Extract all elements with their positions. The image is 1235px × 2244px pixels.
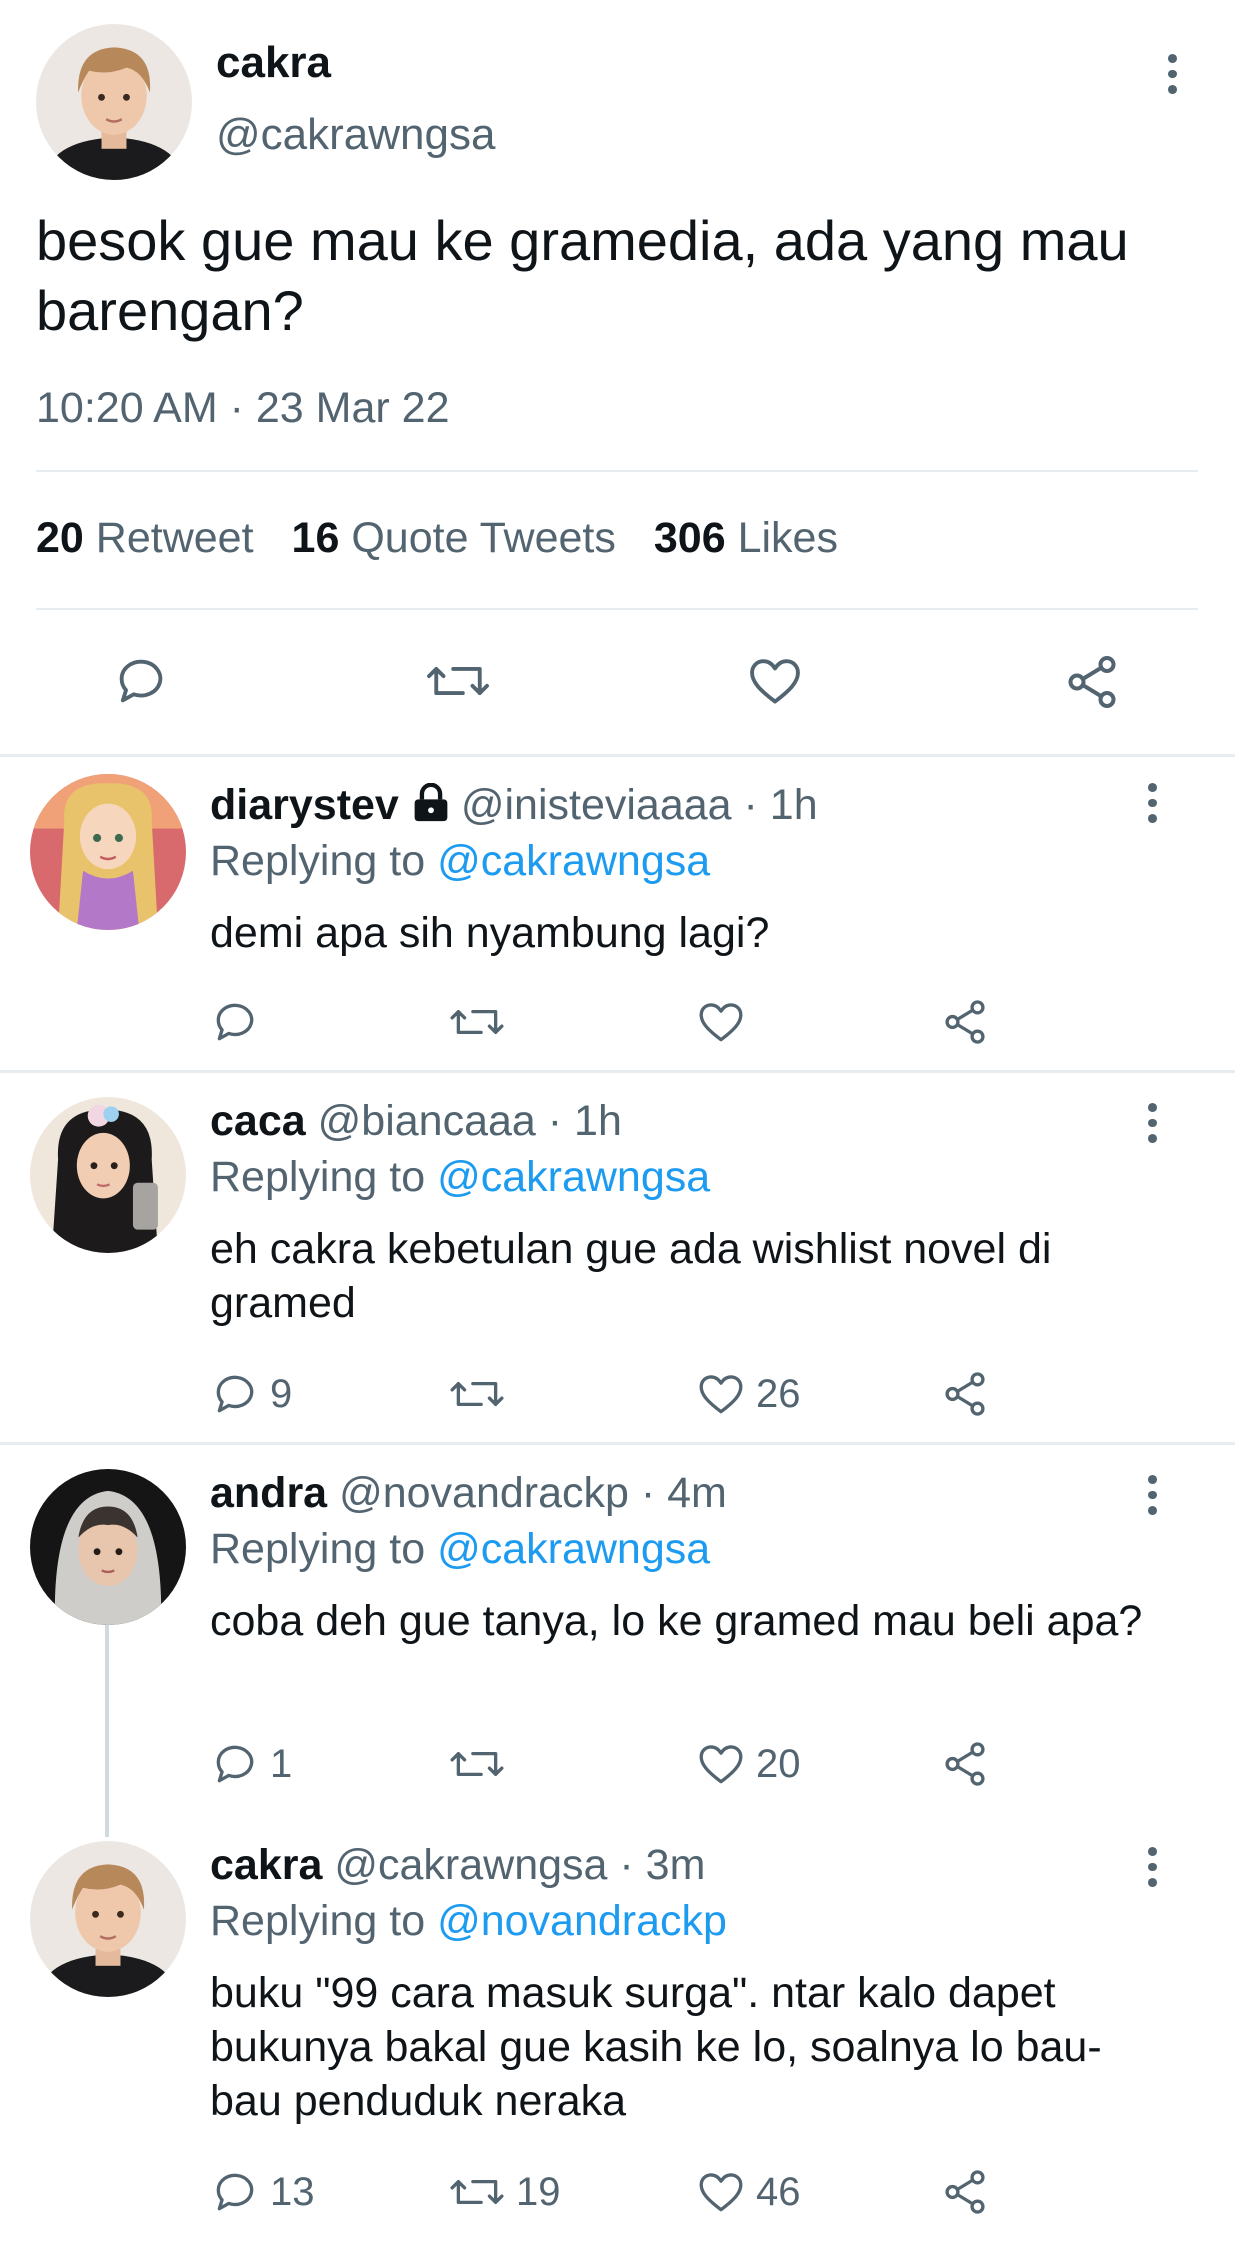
reply-tweet[interactable]: andra @novandrackp · 4m Replying to @cak…	[0, 1445, 1235, 1815]
retweet-button[interactable]	[448, 1739, 516, 1789]
share-button[interactable]	[1062, 652, 1122, 712]
reply-author-name[interactable]: caca	[210, 1097, 306, 1145]
replying-to-link[interactable]: @cakrawngsa	[437, 1153, 710, 1201]
main-tweet: cakra @cakrawngsa besok gue mau ke grame…	[0, 0, 1235, 756]
reply-text: coba deh gue tanya, lo ke gramed mau bel…	[210, 1597, 1143, 1645]
reply-handle-time[interactable]: @cakrawngsa · 3m	[334, 1841, 705, 1889]
reply-icon	[216, 1745, 254, 1783]
reply-avatar[interactable]	[30, 1469, 186, 1625]
reply-tweet[interactable]: caca @biancaaa · 1h Replying to @cakrawn…	[0, 1073, 1235, 1440]
reply-handle-time[interactable]: @novandrackp · 4m	[339, 1469, 727, 1517]
share-icon	[1068, 656, 1116, 708]
replying-to: Replying to @cakrawngsa	[210, 1153, 711, 1201]
tweet-timestamp[interactable]: 10:20 AM · 23 Mar 22	[36, 384, 450, 433]
share-button[interactable]	[940, 2167, 990, 2217]
replying-to-link[interactable]: @cakrawngsa	[437, 837, 710, 885]
reply-icon	[119, 659, 163, 703]
reply-avatar[interactable]	[30, 1097, 186, 1253]
quote-tweets-stat[interactable]: 16 Quote Tweets	[292, 514, 616, 562]
retweet-icon	[450, 2179, 504, 2205]
reply-button[interactable]: 1	[210, 1739, 292, 1789]
reply-icon	[216, 1003, 254, 1041]
likes-stat[interactable]: 306 Likes	[654, 514, 838, 562]
like-button[interactable]	[746, 652, 804, 710]
like-icon	[699, 1745, 743, 1784]
author-name[interactable]: cakra	[216, 38, 331, 88]
reply-text: buku "99 cara masuk surga". ntar kalo da…	[210, 1969, 1102, 2125]
share-button[interactable]	[940, 1369, 990, 1419]
replying-to: Replying to @novandrackp	[210, 1897, 727, 1945]
retweet-icon	[450, 1751, 504, 1777]
retweets-stat[interactable]: 20 Retweet	[36, 514, 254, 562]
divider	[36, 470, 1198, 472]
like-button[interactable]	[696, 997, 756, 1047]
retweet-button[interactable]: 19	[448, 2167, 561, 2217]
tweet-stats: 20 Retweet 16 Quote Tweets 306 Likes	[36, 514, 876, 563]
reply-header: caca @biancaaa · 1h	[210, 1097, 622, 1146]
retweet-button[interactable]	[448, 1369, 516, 1419]
divider	[36, 608, 1198, 610]
retweet-icon	[450, 1381, 504, 1407]
reply-header: andra @novandrackp · 4m	[210, 1469, 727, 1518]
reply-author-name[interactable]: andra	[210, 1469, 327, 1517]
reply-count: 1	[270, 1741, 293, 1786]
reply-handle-time[interactable]: @inisteviaaaa · 1h	[461, 781, 818, 829]
more-options-icon[interactable]	[1132, 1847, 1172, 1888]
reply-avatar[interactable]	[30, 1841, 186, 1997]
reply-author-name[interactable]: diarystev	[210, 781, 399, 829]
reply-avatar[interactable]	[30, 774, 186, 930]
share-button[interactable]	[940, 1739, 990, 1789]
more-options-icon[interactable]	[1152, 54, 1192, 95]
reply-button[interactable]	[112, 652, 170, 710]
reply-author-name[interactable]: cakra	[210, 1841, 322, 1889]
like-button[interactable]: 20	[696, 1739, 801, 1789]
like-icon	[699, 2173, 743, 2212]
like-count: 20	[756, 1741, 801, 1786]
replying-to: Replying to @cakrawngsa	[210, 1525, 711, 1573]
author-avatar[interactable]	[36, 24, 192, 180]
lock-icon	[409, 782, 453, 834]
replying-to-link[interactable]: @novandrackp	[437, 1897, 727, 1945]
more-options-icon[interactable]	[1132, 1475, 1172, 1516]
tweet-text: besok gue mau ke gramedia, ada yang mau …	[36, 209, 1129, 342]
reply-icon	[216, 2173, 254, 2211]
reply-tweet[interactable]: cakra @cakrawngsa · 3m Replying to @nova…	[0, 1817, 1235, 2244]
reply-text: demi apa sih nyambung lagi?	[210, 909, 770, 957]
reply-count: 13	[270, 2169, 315, 2214]
share-icon	[945, 2170, 985, 2214]
reply-button[interactable]: 13	[210, 2167, 315, 2217]
like-count: 46	[756, 2169, 801, 2214]
reply-tweet[interactable]: diarystev @inisteviaaaa · 1h Replying to …	[0, 757, 1235, 1070]
retweet-button[interactable]	[424, 652, 492, 710]
retweet-button[interactable]	[448, 997, 516, 1047]
share-icon	[945, 1000, 985, 1044]
like-icon	[699, 1375, 743, 1414]
reply-button[interactable]: 9	[210, 1369, 292, 1419]
more-options-icon[interactable]	[1132, 783, 1172, 824]
more-options-icon[interactable]	[1132, 1103, 1172, 1144]
reply-handle-time[interactable]: @biancaaa · 1h	[318, 1097, 622, 1145]
like-count: 26	[756, 1371, 801, 1416]
retweet-icon	[450, 1009, 504, 1035]
reply-count: 9	[270, 1371, 293, 1416]
author-handle[interactable]: @cakrawngsa	[216, 110, 495, 160]
share-button[interactable]	[940, 997, 990, 1047]
replying-to: Replying to @cakrawngsa	[210, 837, 711, 885]
reply-icon	[216, 1375, 254, 1413]
reply-text: eh cakra kebetulan gue ada wishlist nove…	[210, 1225, 1052, 1327]
like-icon	[699, 1003, 743, 1042]
share-icon	[945, 1372, 985, 1416]
like-icon	[750, 659, 800, 704]
like-button[interactable]: 46	[696, 2167, 801, 2217]
like-button[interactable]: 26	[696, 1369, 801, 1419]
reply-header: diarystev @inisteviaaaa · 1h	[210, 781, 818, 834]
replying-to-link[interactable]: @cakrawngsa	[437, 1525, 710, 1573]
reply-button[interactable]	[210, 997, 270, 1047]
reply-header: cakra @cakrawngsa · 3m	[210, 1841, 705, 1890]
share-icon	[945, 1742, 985, 1786]
retweet-icon	[427, 666, 489, 696]
retweet-count: 19	[516, 2169, 561, 2214]
